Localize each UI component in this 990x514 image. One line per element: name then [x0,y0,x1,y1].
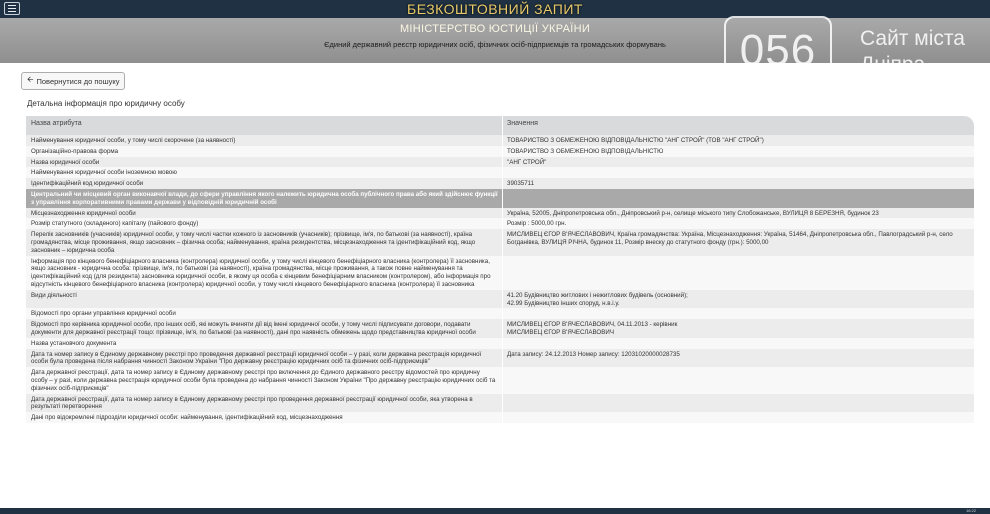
table-header: Назва атрибута Значення [26,116,974,135]
row-attribute: Дані про відокремлені підрозділи юридичн… [31,414,343,422]
row-attribute: Інформація про кінцевого бенефіціарного … [31,257,491,288]
row-value [502,412,974,423]
row-value [502,308,974,320]
bottom-bar: 16:22 [0,508,990,514]
table-row: Дата та номер запису в Єдиному державном… [26,348,974,368]
row-value: "АНГ СТРОЙ" [502,156,974,168]
table-row: Назва юридичної особи "АНГ СТРОЙ" [26,156,974,168]
registry-subtitle: Єдиний державний реєстр юридичних осіб, … [324,40,666,49]
row-value: 39035711 [502,178,974,189]
page-header: МІНІСТЕРСТВО ЮСТИЦІЇ УКРАЇНИ Єдиний держ… [0,18,990,63]
detail-title: Детальна інформація про юридичну особу [27,99,185,108]
table-row: Ідентифікаційний код юридичної особи 3903… [26,178,974,189]
row-value: Україна, 52005, Дніпропетровська обл., Д… [502,207,974,219]
row-attribute: Дата державної реєстрації, дата та номер… [31,395,473,411]
header-value: Значення [502,116,974,135]
table-row: Перелік засновників (учасників) юридично… [26,229,974,256]
table-row: Найменування юридичної особи, у тому чис… [26,135,974,146]
row-value: Розмір : 5000,00 грн. [502,218,974,230]
back-button-label: Повернутися до пошуку [36,76,120,86]
header-attribute: Назва атрибута [31,120,82,127]
row-value [502,393,974,413]
table-row: Найменування юридичної особи іноземною м… [26,167,974,179]
row-attribute: Найменування юридичної особи, у тому чис… [31,137,236,144]
row-attribute: Центральний чи місцевий орган виконавчої… [26,188,502,208]
table-row: Місцезнаходження юридичної особи Україна,… [26,207,974,219]
details-table: Назва атрибута Значення Найменування юри… [26,116,974,423]
speech-bubble-tail [798,94,814,116]
row-attribute: Перелік засновників (учасників) юридично… [31,231,476,254]
site-title: БЕЗКОШТОВНИЙ ЗАПИТ [407,1,583,17]
clock-time: 16:22 [965,508,976,513]
table-body: Найменування юридичної особи, у тому чис… [26,135,974,423]
table-row: Інформація про кінцевого бенефіціарного … [26,255,974,290]
row-value: МИСЛИВЕЦ ЄГОР В'ЯЧЕСЛАВОВИЧ, 04.11.2013 … [502,319,974,338]
row-attribute: Ідентифікаційний код юридичної особи [31,180,144,188]
row-attribute: Місцезнаходження юридичної особи [31,209,136,217]
arrow-left-icon: 🡨 [27,75,34,84]
row-attribute: Назва установчого документа [31,339,117,347]
row-value [502,367,974,394]
table-row: Дата державної реєстрації, дата та номер… [26,393,974,413]
row-attribute: Назва юридичної особи [31,158,100,166]
row-attribute: Організаційно-правова форма [31,147,119,155]
row-value [502,188,974,208]
table-row: Відомості про керівника юридичної особи,… [26,319,974,338]
table-row: Назва установчого документа [26,337,974,349]
row-value: ТОВАРИСТВО З ОБМЕЖЕНОЮ ВІДПОВІДАЛЬНІСТЮ [502,145,974,157]
table-row: Відомості про органи управління юридично… [26,308,974,320]
row-value: 41.20 Будівництво житлових і нежитлових … [502,289,974,309]
row-attribute: Дата державної реєстрації, дата та номер… [31,369,496,392]
table-row: Види діяльності 41.20 Будівництво житлови… [26,289,974,309]
row-attribute: Відомості про органи управління юридично… [31,310,176,318]
row-value [502,337,974,349]
row-attribute: Розмір статутного (складеного) капіталу … [31,220,199,228]
table-row: Організаційно-правова форма ТОВАРИСТВО З … [26,145,974,157]
top-navbar: БЕЗКОШТОВНИЙ ЗАПИТ [0,0,990,19]
row-value [502,167,974,179]
table-row: Центральний чи місцевий орган виконавчої… [26,188,974,208]
ministry-title: МІНІСТЕРСТВО ЮСТИЦІЇ УКРАЇНИ [399,23,591,35]
row-attribute: Найменування юридичної особи іноземною м… [31,169,177,177]
row-value [502,255,974,290]
row-attribute: Дата та номер запису в Єдиному державном… [31,350,482,366]
table-row: Дані про відокремлені підрозділи юридичн… [26,412,974,423]
row-attribute: Види діяльності [31,291,77,299]
table-row: Дата державної реєстрації, дата та номер… [26,367,974,394]
row-value: МИСЛИВЕЦ ЄГОР В'ЯЧЕСЛАВОВИЧ, Країна гром… [502,229,974,256]
row-value: Дата запису: 24.12.2013 Номер запису: 12… [502,348,974,368]
table-row: Розмір статутного (складеного) капіталу … [26,218,974,230]
row-value: ТОВАРИСТВО З ОБМЕЖЕНОЮ ВІДПОВІДАЛЬНІСТЮ … [502,135,974,146]
row-attribute: Відомості про керівника юридичної особи,… [31,321,476,336]
back-to-search-button[interactable]: 🡨 Повернутися до пошуку [21,72,125,90]
